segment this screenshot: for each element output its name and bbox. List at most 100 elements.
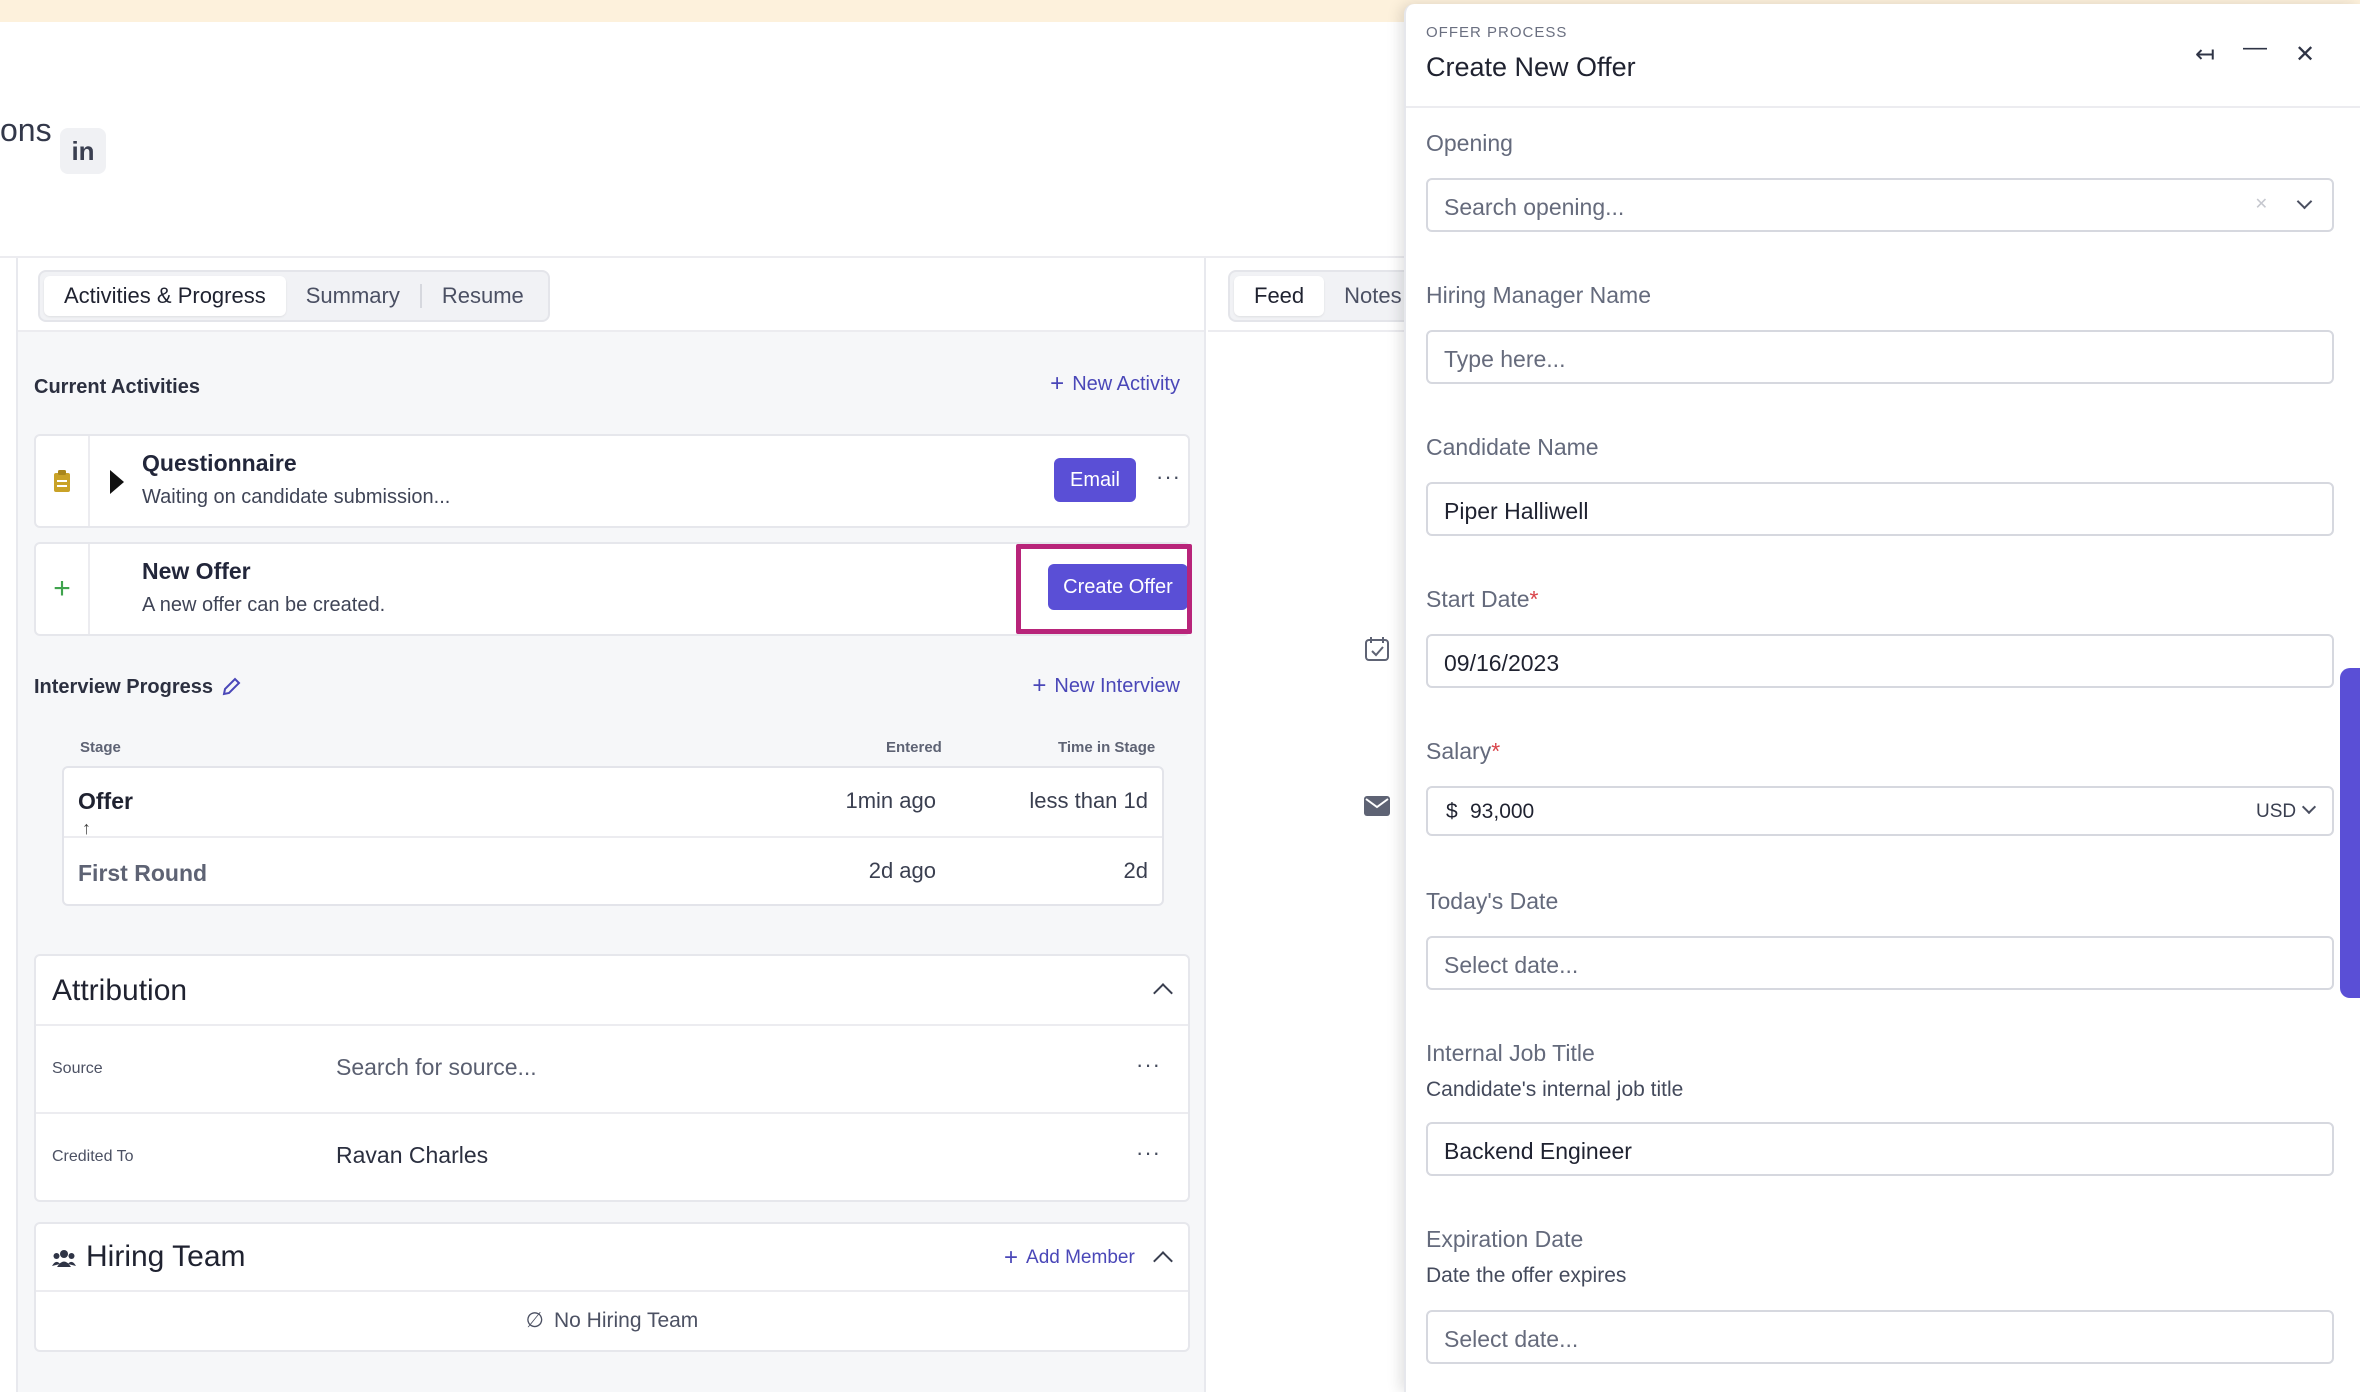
- interview-stage-table: Offer ↑ 1min ago less than 1d First Roun…: [62, 766, 1164, 906]
- plus-icon: +: [53, 572, 71, 605]
- activity-subtitle: A new offer can be created.: [142, 594, 386, 616]
- opening-placeholder: Search opening...: [1444, 194, 1625, 220]
- table-row: First Round 2d ago 2d: [64, 836, 1162, 904]
- hiring-team-panel: Hiring Team + Add Member ∅ No Hiring Team: [34, 1222, 1190, 1352]
- plus-icon: +: [1032, 672, 1047, 699]
- create-offer-highlight: [1016, 544, 1192, 634]
- start-date-label: Start Date*: [1426, 586, 1539, 613]
- stage-time: 2d: [1123, 858, 1148, 883]
- new-interview-button[interactable]: + New Interview: [1032, 672, 1180, 700]
- hiring-manager-placeholder: Type here...: [1444, 346, 1566, 372]
- source-label: Source: [52, 1060, 103, 1077]
- new-activity-button[interactable]: + New Activity: [1050, 370, 1180, 398]
- chevron-down-icon[interactable]: [2301, 799, 2317, 815]
- column-header-stage: Stage: [80, 739, 121, 756]
- feed-column: Feed Notes: [1208, 258, 1428, 1392]
- candidate-name-input[interactable]: Piper Halliwell: [1426, 482, 2334, 536]
- minimize-icon[interactable]: —: [2240, 34, 2270, 62]
- activity-icon-cell: +: [36, 544, 90, 634]
- candidate-name-value: Piper Halliwell: [1444, 498, 1589, 524]
- expiration-date-help: Date the offer expires: [1426, 1264, 1627, 1287]
- interview-progress-title: Interview Progress: [34, 676, 213, 698]
- add-member-button[interactable]: + Add Member: [1004, 1244, 1135, 1272]
- salary-value: 93,000: [1470, 800, 1535, 823]
- expiration-date-input[interactable]: Select date...: [1426, 1310, 2334, 1364]
- opening-label: Opening: [1426, 130, 1513, 156]
- currency-select[interactable]: USD: [2256, 801, 2296, 823]
- feed-tabs-bar: Feed Notes: [1208, 258, 1428, 332]
- activities-column: Activities & Progress Summary Resume Cur…: [16, 258, 1206, 1392]
- activity-subtitle: Waiting on candidate submission...: [142, 486, 451, 508]
- table-row: Offer ↑ 1min ago less than 1d: [64, 768, 1162, 838]
- tab-resume[interactable]: Resume: [422, 276, 544, 316]
- hiring-team-title: Hiring Team: [86, 1240, 246, 1273]
- more-options-icon[interactable]: ···: [1156, 464, 1181, 490]
- currency-symbol: $: [1446, 800, 1458, 823]
- plus-icon: +: [1050, 370, 1065, 397]
- expiration-date-placeholder: Select date...: [1444, 1326, 1579, 1352]
- feed-tabs: Feed Notes: [1228, 270, 1428, 322]
- tab-activities-progress[interactable]: Activities & Progress: [44, 276, 286, 316]
- candidate-name-fragment: ons: [0, 112, 52, 148]
- internal-job-title-help: Candidate's internal job title: [1426, 1078, 1684, 1101]
- divider: [36, 1290, 1188, 1292]
- tab-summary[interactable]: Summary: [286, 276, 420, 316]
- salary-label: Salary*: [1426, 738, 1500, 765]
- chevron-up-icon[interactable]: [1153, 1251, 1173, 1271]
- drawer-title: Create New Offer: [1426, 52, 1636, 82]
- salary-label-text: Salary: [1426, 738, 1492, 764]
- email-button[interactable]: Email: [1054, 458, 1136, 502]
- internal-job-title-value: Backend Engineer: [1444, 1138, 1632, 1164]
- new-activity-label: New Activity: [1072, 372, 1180, 395]
- activity-title: New Offer: [142, 558, 251, 584]
- stage-name: Offer: [78, 788, 133, 814]
- expand-caret-icon[interactable]: [110, 470, 124, 494]
- candidate-name-label: Candidate Name: [1426, 434, 1599, 460]
- internal-job-title-input[interactable]: Backend Engineer: [1426, 1122, 2334, 1176]
- new-interview-label: New Interview: [1054, 674, 1180, 697]
- source-search-input[interactable]: Search for source...: [336, 1054, 537, 1081]
- tab-feed[interactable]: Feed: [1234, 276, 1325, 316]
- activity-title: Questionnaire: [142, 450, 297, 476]
- no-hiring-team-label: No Hiring Team: [553, 1309, 699, 1332]
- opening-select[interactable]: Search opening... ✕: [1426, 178, 2334, 232]
- chevron-up-icon[interactable]: [1153, 983, 1173, 1003]
- current-activities-title: Current Activities: [34, 376, 200, 398]
- hiring-manager-input[interactable]: Type here...: [1426, 330, 2334, 384]
- linkedin-icon[interactable]: in: [60, 128, 106, 174]
- todays-date-label: Today's Date: [1426, 888, 1559, 914]
- stage-time: less than 1d: [1029, 788, 1148, 813]
- collapse-left-icon[interactable]: ↤: [2190, 40, 2220, 69]
- more-options-icon[interactable]: ···: [1136, 1052, 1161, 1078]
- salary-input[interactable]: $ 93,000 USD: [1426, 786, 2334, 836]
- credited-to-row: Credited To Ravan Charles ···: [36, 1112, 1188, 1200]
- internal-job-title-label: Internal Job Title: [1426, 1040, 1595, 1066]
- calendar-check-icon: [1365, 637, 1389, 661]
- credited-to-value[interactable]: Ravan Charles: [336, 1142, 488, 1169]
- start-date-input[interactable]: 09/16/2023: [1426, 634, 2334, 688]
- expiration-date-label: Expiration Date: [1426, 1226, 1584, 1252]
- todays-date-input[interactable]: Select date...: [1426, 936, 2334, 990]
- close-icon[interactable]: ✕: [2290, 40, 2320, 69]
- clear-icon[interactable]: ✕: [2255, 194, 2268, 214]
- drawer-overline: OFFER PROCESS: [1426, 24, 1568, 41]
- empty-set-icon: ∅: [525, 1309, 544, 1332]
- todays-date-placeholder: Select date...: [1444, 952, 1579, 978]
- chevron-down-icon[interactable]: [2296, 193, 2313, 210]
- attribution-title: Attribution: [52, 974, 188, 1007]
- stage-entered: 1min ago: [845, 788, 936, 813]
- edit-pencil-icon[interactable]: [220, 676, 242, 698]
- credited-to-label: Credited To: [52, 1148, 134, 1165]
- team-icon: [52, 1250, 76, 1267]
- left-tabs-bar: Activities & Progress Summary Resume: [18, 258, 1204, 332]
- activity-card-questionnaire: Questionnaire Waiting on candidate submi…: [34, 434, 1190, 528]
- side-help-tab[interactable]: [2340, 668, 2360, 998]
- required-asterisk: *: [1491, 738, 1501, 764]
- more-options-icon[interactable]: ···: [1136, 1140, 1161, 1166]
- clipboard-icon: [54, 470, 70, 492]
- attribution-panel: Attribution Source Search for source... …: [34, 954, 1190, 1202]
- stage-name: First Round: [78, 860, 208, 886]
- start-date-label-text: Start Date: [1426, 586, 1530, 612]
- create-offer-drawer: OFFER PROCESS Create New Offer ↤ — ✕ Ope…: [1404, 4, 2360, 1392]
- left-tabs: Activities & Progress Summary Resume: [38, 270, 550, 322]
